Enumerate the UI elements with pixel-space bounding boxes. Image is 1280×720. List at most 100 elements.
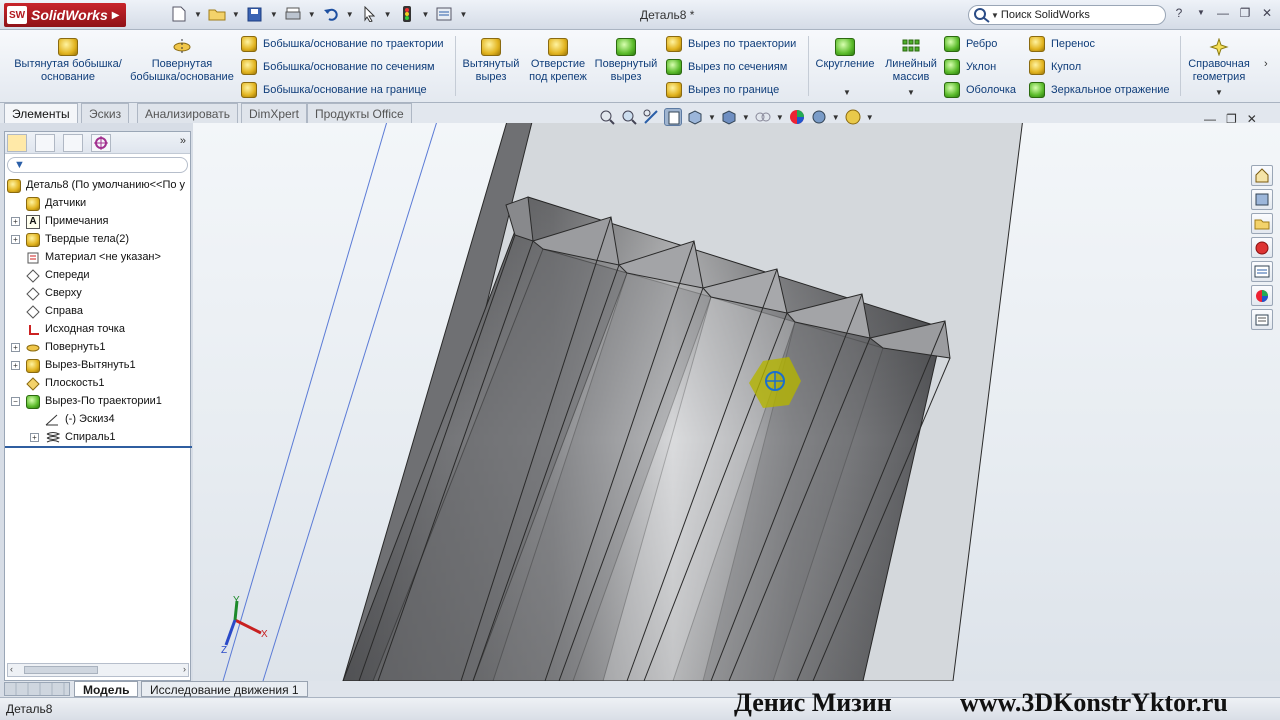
tree-item-top-plane[interactable]: Сверху	[5, 285, 192, 303]
tree-item-helix[interactable]: + Спираль1	[5, 429, 192, 447]
tree-item-sketch4[interactable]: (-) Эскиз4	[5, 411, 192, 429]
open-dropdown-icon[interactable]: ▼	[232, 10, 240, 19]
lofted-cut-button[interactable]: Вырез по сечениям	[666, 59, 787, 75]
options-dropdown-icon[interactable]: ▼	[459, 10, 467, 19]
print-icon[interactable]	[284, 5, 302, 23]
tree-item-origin[interactable]: Исходная точка	[5, 321, 192, 339]
view-settings-dropdown-icon[interactable]: ▼	[866, 113, 874, 122]
reference-geometry-button[interactable]: Справочная геометрия	[1184, 37, 1254, 84]
tree-item-part[interactable]: Деталь8 (По умолчанию<<По у	[5, 177, 192, 195]
hole-wizard-button[interactable]: Отверстие под крепеж	[527, 38, 589, 84]
display-style-icon[interactable]	[720, 108, 738, 126]
view-orientation-dropdown-icon[interactable]: ▼	[708, 113, 716, 122]
display-style-dropdown-icon[interactable]: ▼	[742, 113, 750, 122]
file-explorer-icon[interactable]	[1251, 213, 1273, 234]
restore-icon[interactable]: ❐	[1238, 6, 1252, 20]
new-dropdown-icon[interactable]: ▼	[194, 10, 202, 19]
rebuild-dropdown-icon[interactable]: ▼	[422, 10, 430, 19]
save-dropdown-icon[interactable]: ▼	[270, 10, 278, 19]
scroll-right-icon[interactable]: ›	[183, 664, 186, 674]
search-box[interactable]: ▼ Поиск SolidWorks	[968, 5, 1166, 25]
search-dropdown-icon[interactable]: ▼	[991, 11, 999, 20]
tree-item-front-plane[interactable]: Спереди	[5, 267, 192, 285]
tree-item-plane1[interactable]: Плоскость1	[5, 375, 192, 393]
close-icon[interactable]: ✕	[1260, 6, 1274, 20]
mirror-button[interactable]: Зеркальное отражение	[1029, 82, 1170, 98]
edit-appearance-icon[interactable]	[788, 108, 806, 126]
expand-panel-icon[interactable]: »	[180, 135, 186, 147]
boundary-boss-button[interactable]: Бобышка/основание на границе	[241, 82, 427, 98]
lofted-boss-button[interactable]: Бобышка/основание по сечениям	[241, 59, 435, 75]
reference-dropdown-icon[interactable]: ▼	[1215, 88, 1223, 97]
previous-view-icon[interactable]	[642, 108, 660, 126]
graphics-area[interactable]: X Y Z	[193, 123, 1280, 681]
view-orientation-icon[interactable]	[686, 108, 704, 126]
tab-sketch[interactable]: Эскиз	[81, 103, 130, 123]
swept-boss-button[interactable]: Бобышка/основание по траектории	[241, 36, 444, 52]
doc-minimize-icon[interactable]: —	[1204, 112, 1216, 126]
model-view[interactable]: X Y Z	[193, 123, 1280, 681]
tab-dimxpert[interactable]: DimXpert	[241, 103, 308, 123]
scrollbar-thumb[interactable]	[24, 666, 98, 674]
rib-button[interactable]: Ребро	[944, 36, 997, 52]
fillet-dropdown-icon[interactable]: ▼	[843, 88, 851, 97]
tab-model[interactable]: Модель	[74, 681, 139, 697]
tab-evaluate[interactable]: Анализировать	[137, 103, 238, 123]
ribbon-more-icon[interactable]: ›	[1264, 58, 1268, 70]
swept-cut-button[interactable]: Вырез по траектории	[666, 36, 796, 52]
tree-item-revolve[interactable]: + Повернуть1	[5, 339, 192, 357]
fillet-button[interactable]: Скругление	[812, 38, 878, 71]
tree-item-right-plane[interactable]: Справа	[5, 303, 192, 321]
section-view-icon[interactable]	[664, 108, 682, 126]
view-settings-icon[interactable]	[844, 108, 862, 126]
tab-office-products[interactable]: Продукты Office	[307, 103, 412, 123]
help-icon[interactable]: ?	[1172, 6, 1186, 20]
extruded-cut-button[interactable]: Вытянутый вырез	[459, 38, 523, 84]
custom-properties-icon[interactable]	[1251, 309, 1273, 330]
options-icon[interactable]	[435, 5, 453, 23]
print-dropdown-icon[interactable]: ▼	[308, 10, 316, 19]
tree-item-material[interactable]: Материал <не указан>	[5, 249, 192, 267]
dome-button[interactable]: Купол	[1029, 59, 1081, 75]
tree-item-solid-bodies[interactable]: + Твердые тела(2)	[5, 231, 192, 249]
shell-button[interactable]: Оболочка	[944, 82, 1016, 98]
doc-close-icon[interactable]: ✕	[1247, 112, 1257, 126]
minimize-icon[interactable]: —	[1216, 6, 1230, 20]
tree-item-sensors[interactable]: Датчики	[5, 195, 192, 213]
select-dropdown-icon[interactable]: ▼	[384, 10, 392, 19]
select-cursor-icon[interactable]	[360, 5, 378, 23]
draft-button[interactable]: Уклон	[944, 59, 996, 75]
revolved-cut-button[interactable]: Повернутый вырез	[593, 38, 659, 84]
zoom-to-fit-icon[interactable]	[598, 108, 616, 126]
tree-item-cut-extrude[interactable]: + Вырез-Вытянуть1	[5, 357, 192, 375]
pattern-dropdown-icon[interactable]: ▼	[907, 88, 915, 97]
rebuild-icon[interactable]	[398, 5, 416, 23]
hide-show-items-icon[interactable]	[754, 108, 772, 126]
revolved-boss-button[interactable]: Повернутая бобышка/основание	[128, 38, 236, 84]
view-palette-icon[interactable]	[1251, 261, 1273, 282]
expand-icon[interactable]: +	[11, 235, 20, 244]
tree-item-cut-sweep[interactable]: − Вырез-По траектории1	[5, 393, 192, 411]
horizontal-scrollbar[interactable]: ‹ ›	[7, 663, 189, 677]
tree-item-annotations[interactable]: + A Примечания	[5, 213, 192, 231]
scroll-left-icon[interactable]: ‹	[10, 664, 13, 674]
featuremanager-tab-icon[interactable]	[7, 134, 27, 152]
save-icon[interactable]	[246, 5, 264, 23]
zoom-to-area-icon[interactable]	[620, 108, 638, 126]
undo-icon[interactable]	[322, 5, 340, 23]
solidworks-menu-button[interactable]: SW SolidWorks ▶	[4, 3, 126, 27]
solidworks-resources-icon[interactable]	[1251, 165, 1273, 186]
search-input[interactable]: Поиск SolidWorks	[1001, 9, 1090, 21]
design-library-icon[interactable]	[1251, 189, 1273, 210]
tab-scroll-buttons[interactable]	[4, 682, 70, 696]
tree-filter-input[interactable]: ▼	[7, 157, 188, 173]
help-dropdown-icon[interactable]: ▼	[1194, 6, 1208, 20]
doc-restore-icon[interactable]: ❐	[1226, 112, 1237, 126]
expand-icon[interactable]: +	[30, 433, 39, 442]
undo-dropdown-icon[interactable]: ▼	[346, 10, 354, 19]
wrap-button[interactable]: Перенос	[1029, 36, 1095, 52]
boundary-cut-button[interactable]: Вырез по границе	[666, 82, 779, 98]
hide-show-dropdown-icon[interactable]: ▼	[776, 113, 784, 122]
extruded-boss-button[interactable]: Вытянутая бобышка/основание	[12, 38, 124, 84]
scene-dropdown-icon[interactable]: ▼	[832, 113, 840, 122]
